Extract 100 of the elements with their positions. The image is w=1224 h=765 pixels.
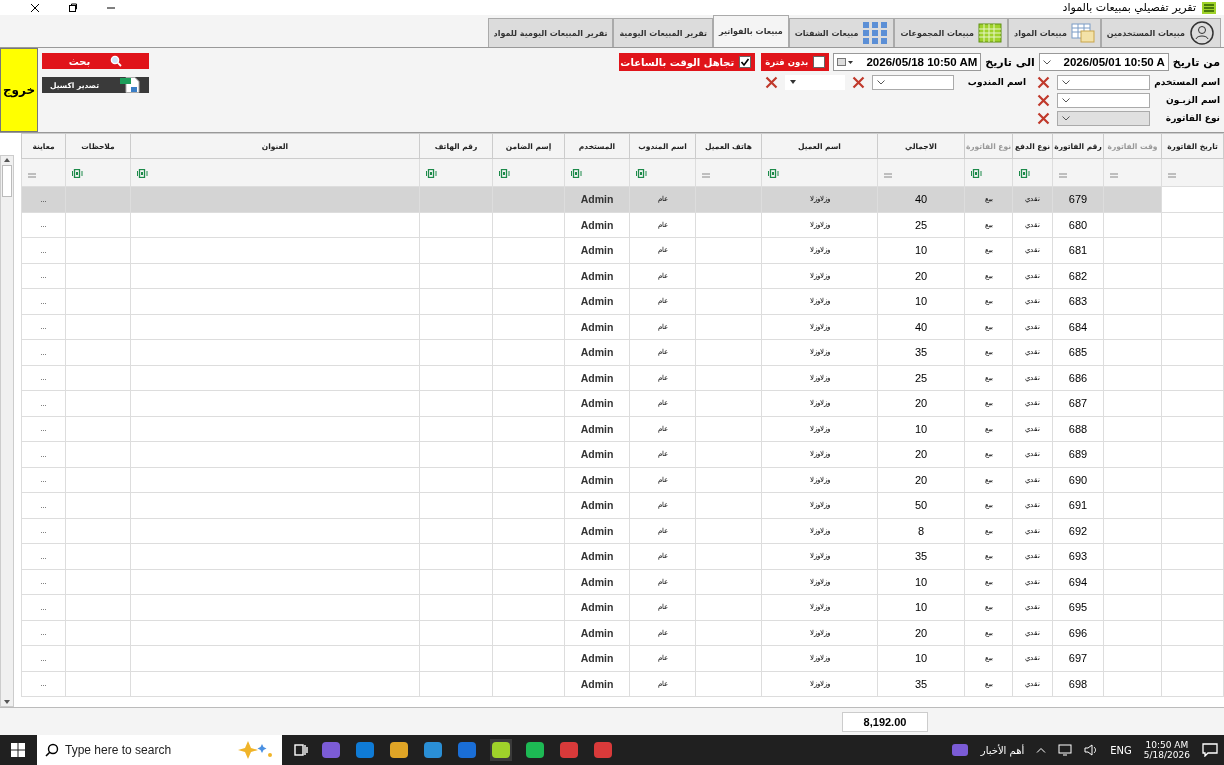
table-cell: 35 bbox=[914, 677, 928, 690]
filter-label: اسم الزبـون bbox=[1165, 95, 1220, 105]
chevron-up-icon[interactable] bbox=[1036, 747, 1047, 753]
clear-icon[interactable] bbox=[1037, 111, 1050, 125]
window-title: تقرير تفصيلي بمبيعات بالمواد bbox=[1062, 1, 1196, 14]
vertical-scrollbar[interactable] bbox=[0, 155, 14, 707]
from-date-label: من تاريخ bbox=[1172, 55, 1220, 69]
table-cell: 682 bbox=[1068, 269, 1088, 282]
spreadsheet-file-icon bbox=[119, 77, 141, 93]
table-cell: 40 bbox=[914, 193, 928, 206]
table-cell: 40 bbox=[914, 320, 928, 333]
language-indicator[interactable]: ENG bbox=[1110, 744, 1132, 756]
dropdown-field[interactable] bbox=[1057, 74, 1150, 90]
close-icon[interactable] bbox=[30, 2, 40, 13]
dropdown-field[interactable] bbox=[872, 74, 954, 90]
task-view-icon[interactable] bbox=[294, 743, 308, 757]
table-cell: Admin bbox=[580, 626, 614, 639]
table-cell: 690 bbox=[1068, 473, 1088, 486]
filter-icon[interactable] bbox=[426, 169, 437, 178]
table-cell: 680 bbox=[1068, 218, 1088, 231]
table-cell: 683 bbox=[1068, 295, 1088, 308]
taskbar-app-icon[interactable] bbox=[354, 739, 376, 761]
table-cell: 10 bbox=[914, 244, 928, 257]
table-cell: Admin bbox=[580, 320, 614, 333]
table-cell: Admin bbox=[580, 524, 614, 537]
report-tab[interactable]: مبيعات المواد bbox=[1008, 18, 1101, 47]
taskbar-search-field[interactable]: Type here to search bbox=[37, 735, 282, 765]
taskbar-app-icon[interactable] bbox=[422, 739, 444, 761]
start-icon[interactable] bbox=[11, 743, 25, 757]
from-date-field[interactable]: 2026/05/01 10:50 A bbox=[1038, 53, 1169, 71]
taskbar-app-icon[interactable] bbox=[388, 739, 410, 761]
clear-icon[interactable] bbox=[1037, 93, 1050, 107]
table-cell: 684 bbox=[1068, 320, 1088, 333]
table-cell: 20 bbox=[914, 269, 928, 282]
taskbar-app-icon[interactable] bbox=[490, 739, 512, 761]
table-cell: 686 bbox=[1068, 371, 1088, 384]
caret-icon bbox=[877, 79, 885, 85]
filter-icon[interactable] bbox=[768, 169, 779, 178]
caret-icon bbox=[1062, 115, 1070, 121]
report-tab[interactable]: مبيعات المجموعات bbox=[894, 18, 1009, 47]
network-icon[interactable] bbox=[1058, 744, 1073, 756]
search-icon bbox=[45, 743, 59, 757]
restore-icon[interactable] bbox=[68, 2, 78, 13]
table-cell: 20 bbox=[914, 626, 928, 639]
filter-icon[interactable] bbox=[72, 169, 83, 178]
taskbar-app-icon[interactable] bbox=[456, 739, 478, 761]
search-button[interactable]: بحث bbox=[42, 53, 149, 69]
filter-icon[interactable] bbox=[137, 169, 148, 178]
table-cell: 20 bbox=[914, 397, 928, 410]
app-logo-icon bbox=[1202, 1, 1216, 14]
checkbox[interactable] bbox=[739, 56, 752, 68]
to-date-field[interactable]: 2026/05/18 10:50 AM bbox=[833, 53, 982, 71]
clear-icon[interactable] bbox=[765, 75, 778, 89]
clear-icon[interactable] bbox=[852, 75, 865, 89]
dropdown-field[interactable] bbox=[1057, 92, 1150, 108]
report-tab[interactable]: تقرير المبيعات اليومية للمواد bbox=[487, 18, 614, 47]
report-tab[interactable]: مبيعات المستخدمين bbox=[1100, 18, 1221, 47]
taskbar-app-icon[interactable] bbox=[558, 739, 580, 761]
caret-icon bbox=[1062, 97, 1070, 103]
table-cell: 35 bbox=[914, 550, 928, 563]
table-cell: Admin bbox=[580, 601, 614, 614]
table-cell: Admin bbox=[580, 218, 614, 231]
exit-button[interactable]: خروج bbox=[0, 48, 38, 132]
filter-icon[interactable] bbox=[1019, 169, 1030, 178]
table-cell: 689 bbox=[1068, 448, 1088, 461]
table-cell: Admin bbox=[580, 473, 614, 486]
caret-icon bbox=[790, 80, 796, 84]
scroll-up-icon[interactable] bbox=[4, 158, 10, 162]
news-label[interactable]: أهم الأخبار bbox=[980, 744, 1025, 756]
calendar-icon bbox=[837, 57, 854, 67]
search-icon bbox=[110, 55, 123, 67]
filter-icon[interactable] bbox=[636, 169, 647, 178]
table-cell: 25 bbox=[914, 218, 928, 231]
taskbar-app-icon[interactable] bbox=[524, 739, 546, 761]
no-period-checkbox[interactable]: بدون فترة bbox=[761, 53, 830, 71]
table-cell: Admin bbox=[580, 346, 614, 359]
table-cell: Admin bbox=[580, 422, 614, 435]
table-cell: 696 bbox=[1068, 626, 1088, 639]
clock[interactable]: 10:50 AM 5/18/2026 bbox=[1143, 740, 1190, 760]
table-icon bbox=[1070, 23, 1095, 43]
scroll-thumb[interactable] bbox=[2, 165, 12, 197]
filter-icon[interactable] bbox=[499, 169, 510, 178]
filter-icon[interactable] bbox=[971, 169, 982, 178]
report-tab[interactable]: مبيعات بالفواتير bbox=[713, 15, 789, 47]
notification-icon[interactable] bbox=[1202, 743, 1218, 757]
report-tab[interactable]: تقرير المبيعات اليومية bbox=[613, 18, 714, 47]
speaker-icon[interactable] bbox=[1084, 744, 1099, 756]
ignore-time-checkbox[interactable]: تجاهل الوقت بالساعات bbox=[619, 53, 756, 71]
table-cell: 697 bbox=[1068, 652, 1088, 665]
report-tab[interactable]: مبيعات الشفتات bbox=[788, 18, 895, 47]
filter-label: اسم المستخدم bbox=[1154, 77, 1220, 87]
news-icon[interactable] bbox=[950, 742, 969, 758]
taskbar-app-icon[interactable] bbox=[320, 739, 342, 761]
table-cell: 687 bbox=[1068, 397, 1088, 410]
taskbar-app-icon[interactable] bbox=[592, 739, 614, 761]
clear-icon[interactable] bbox=[1037, 75, 1050, 89]
table-cell: Admin bbox=[580, 448, 614, 461]
checkbox[interactable] bbox=[813, 56, 826, 68]
filter-icon[interactable] bbox=[571, 169, 582, 178]
scroll-down-icon[interactable] bbox=[4, 700, 10, 704]
